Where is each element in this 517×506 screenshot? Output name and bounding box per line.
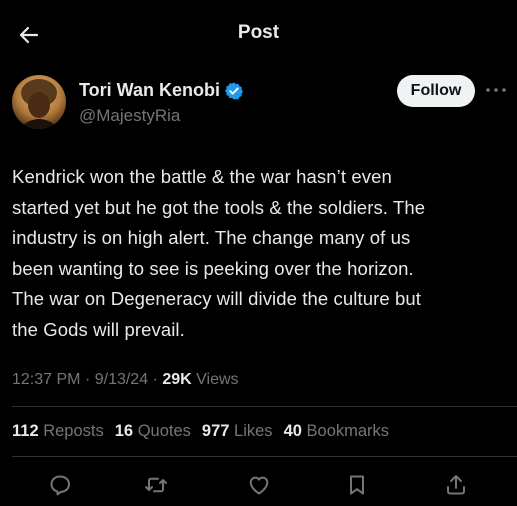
engagement-stats: 112 Reposts 16 Quotes 977 Likes 40 Bookm… [12,422,389,441]
quotes-stat[interactable]: 16 Quotes [115,422,191,441]
top-bar: Post [0,0,517,66]
share-button[interactable] [441,470,471,500]
likes-label: Likes [234,422,273,440]
avatar[interactable] [12,75,66,129]
tweet-line: the Gods will prevail. [12,318,185,340]
repost-button[interactable] [141,470,171,500]
quotes-count: 16 [114,422,134,440]
action-bar [0,470,517,500]
tweet-time[interactable]: 12:37 PM [12,371,80,388]
divider [12,456,517,457]
avatar-image [12,75,66,129]
page-title: Post [237,22,280,43]
bookmark-button[interactable] [342,470,372,500]
author-handle[interactable]: @MajestyRia [79,106,180,126]
reply-button[interactable] [45,470,75,500]
bookmarks-label: Bookmarks [306,422,390,440]
tweet-line: industry is on high alert. The change ma… [12,227,411,248]
reposts-label: Reposts [43,422,104,440]
author-display-name[interactable]: Tori Wan Kenobi [79,80,220,101]
tweet-line: been wanting to see is peeking over the … [12,257,414,279]
divider [12,406,517,407]
reposts-stat[interactable]: 112 Reposts [12,422,104,441]
reply-icon [50,475,70,496]
quotes-label: Quotes [137,422,191,440]
more-options-button[interactable] [484,80,508,100]
tweet-date[interactable]: 9/13/24 [95,371,148,388]
bookmark-icon [350,475,364,495]
tweet-line: The war on Degeneracy will divide the cu… [12,288,422,309]
tweet-line: Kendrick won the battle & the war hasn’t… [12,166,392,187]
likes-stat[interactable]: 977 Likes [202,422,273,441]
like-icon [249,476,269,495]
share-icon [447,475,465,495]
author-name-row: Tori Wan Kenobi [79,80,244,101]
meta-separator: · [152,371,158,388]
repost-icon [145,477,167,493]
views-count: 29K [162,371,192,388]
bookmarks-stat[interactable]: 40 Bookmarks [284,422,389,441]
views-label: Views [196,371,239,388]
tweet-line: started yet but he got the tools & the s… [12,196,426,218]
tweet-text: Kendrick won the battle & the war hasn’t… [12,162,507,345]
likes-count: 977 [201,422,230,440]
bookmarks-count: 40 [283,422,302,440]
verified-badge-icon[interactable] [224,81,244,101]
reposts-count: 112 [12,422,39,440]
meta-separator: · [84,371,91,388]
like-button[interactable] [244,470,274,500]
follow-button[interactable]: Follow [397,75,475,107]
more-dots-icon [486,88,506,92]
tweet-meta: 12:37 PM · 9/13/24 · 29K Views [12,371,239,389]
